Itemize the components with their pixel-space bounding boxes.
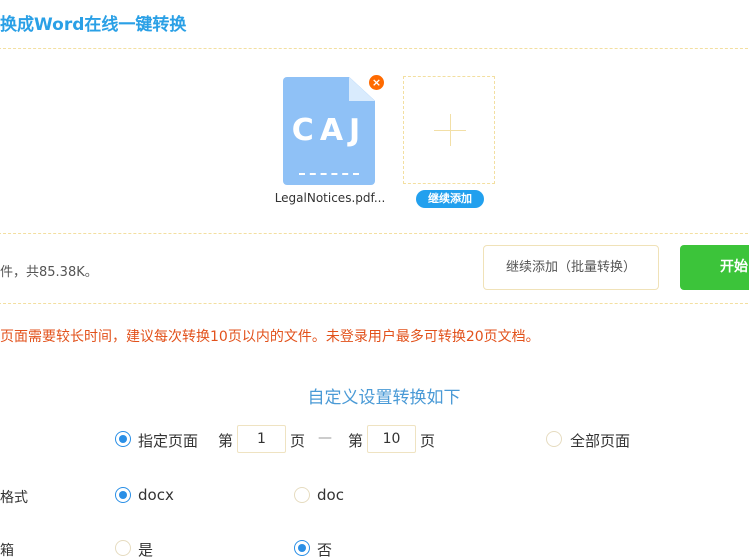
format-docx-label: docx: [138, 486, 174, 504]
batch-add-button[interactable]: 继续添加（批量转换）: [483, 245, 659, 290]
to-page-suffix: 页: [420, 432, 436, 450]
mailbox-no-label: 否: [317, 541, 333, 559]
file-summary-text: 件，共85.38K。: [0, 265, 98, 280]
mailbox-yes-label: 是: [138, 541, 154, 559]
from-page-input[interactable]: [237, 425, 286, 453]
from-page-prefix: 第: [218, 432, 234, 450]
plus-icon-vertical: [450, 114, 451, 146]
all-pages-label: 全部页面: [570, 432, 631, 450]
start-convert-button[interactable]: 开始: [680, 245, 749, 290]
all-pages-radio[interactable]: [546, 431, 562, 447]
to-page-prefix: 第: [348, 432, 364, 450]
page-title: 换成Word在线一键转换: [0, 15, 187, 35]
to-page-input[interactable]: [367, 425, 416, 453]
file-name: LegalNotices.pdf...: [274, 191, 386, 205]
settings-title: 自定义设置转换如下: [307, 388, 461, 408]
mailbox-yes-radio[interactable]: [115, 540, 131, 556]
add-more-button[interactable]: 继续添加: [416, 190, 484, 208]
format-doc-radio[interactable]: [294, 487, 310, 503]
page-range-separator: —: [318, 430, 332, 446]
format-docx-radio[interactable]: [115, 487, 131, 503]
from-page-suffix: 页: [290, 432, 306, 450]
file-dash-decoration: [299, 173, 359, 175]
uploaded-file-icon: CAJ: [283, 77, 375, 185]
warning-notice: 页面需要较长时间，建议每次转换10页以内的文件。未登录用户最多可转换20页文档。: [0, 329, 540, 345]
specified-pages-label: 指定页面: [138, 432, 199, 450]
format-doc-label: doc: [317, 486, 344, 504]
mailbox-label: 箱: [0, 543, 14, 559]
add-file-button[interactable]: [403, 76, 495, 184]
specified-pages-radio[interactable]: [115, 431, 131, 447]
mailbox-no-radio[interactable]: [294, 540, 310, 556]
file-extension-label: CAJ: [291, 113, 367, 148]
remove-file-icon[interactable]: ×: [369, 75, 384, 90]
format-label: 格式: [0, 490, 28, 506]
